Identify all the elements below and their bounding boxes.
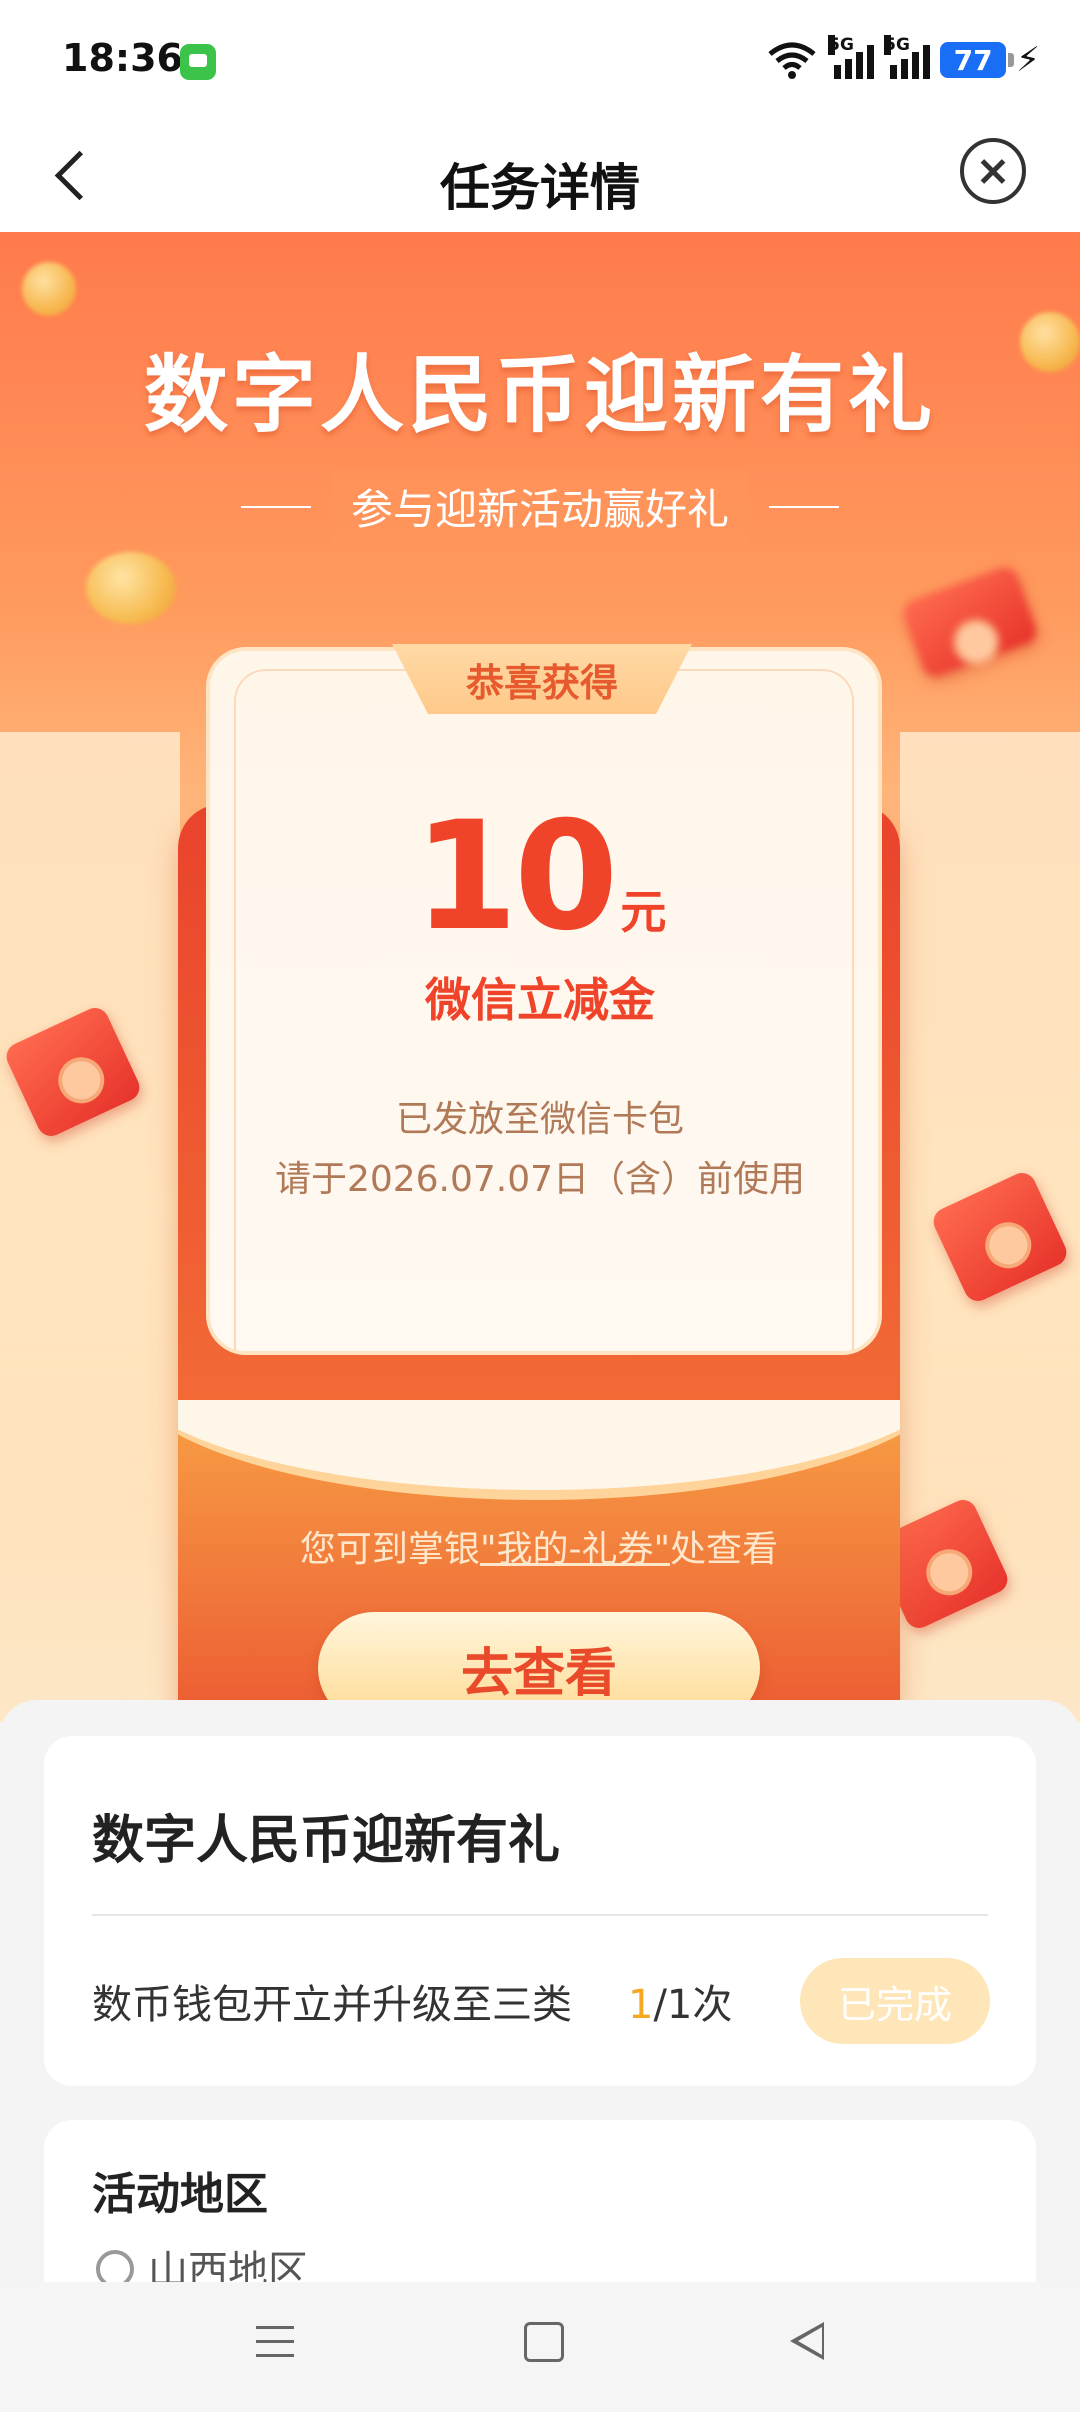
pocket-curve: [178, 1400, 900, 1500]
status-time: 18:36: [62, 36, 183, 80]
banner-subtitle-row: 参与迎新活动赢好礼: [0, 470, 1080, 543]
back-triangle-icon[interactable]: [790, 2322, 824, 2360]
home-icon[interactable]: [524, 2322, 564, 2362]
network-type-label: 5G: [828, 35, 854, 55]
nav-header: 任务详情: [0, 118, 1080, 232]
divider-line: [769, 505, 839, 508]
completed-button[interactable]: 已完成: [800, 1958, 990, 2044]
system-nav-bar: [0, 2282, 1080, 2412]
reward-amount: 10: [413, 790, 619, 964]
decor-coin: [22, 262, 76, 316]
battery-icon: 77: [940, 42, 1015, 78]
decor-coin: [86, 552, 176, 624]
gift-name: 微信立减金: [425, 973, 655, 1027]
my-coupons-link[interactable]: "我的-礼券": [480, 1529, 670, 1570]
congrats-label: 恭喜获得: [465, 661, 618, 705]
divider-line: [240, 505, 311, 508]
decor-red-envelope: [899, 563, 1041, 681]
page-title: 任务详情: [440, 159, 640, 217]
wifi-icon: [768, 42, 816, 79]
network-type-label-2: 5G: [884, 35, 910, 55]
message-app-icon: [180, 44, 216, 80]
coupon-location-hint: 您可到掌银"我的-礼券"处查看: [178, 1520, 900, 1572]
region-title: 活动地区: [92, 2169, 268, 2220]
task-title: 数字人民币迎新有礼: [92, 1811, 561, 1871]
task-progress: 1/1次: [628, 1972, 732, 2030]
delivery-note: 已发放至微信卡包: [395, 1099, 684, 1140]
banner-title: 数字人民币迎新有礼: [143, 346, 936, 444]
divider: [92, 1914, 988, 1916]
reward-unit: 元: [620, 885, 667, 939]
status-indicators: 5G 5G 77 ⚡: [766, 35, 1040, 84]
hint-suffix: 处查看: [670, 1529, 779, 1570]
cellular-signal-icon: 5G: [828, 35, 875, 79]
task-card: 数字人民币迎新有礼 数币钱包开立并升级至三类 1/1次 已完成: [44, 1736, 1036, 2086]
cellular-signal-icon-2: 5G: [884, 35, 931, 79]
task-item-text: 数币钱包开立并升级至三类: [92, 1982, 572, 2028]
expiry-note: 请于2026.07.07日（含）前使用: [274, 1159, 806, 1200]
decor-building-left: [0, 732, 180, 1532]
banner-subtitle: 参与迎新活动赢好礼: [330, 470, 749, 543]
status-bar: 18:36 5G 5G 77 ⚡: [0, 0, 1080, 118]
hint-prefix: 您可到掌银: [299, 1529, 480, 1570]
reward-amount-row: 10 元: [206, 802, 874, 952]
bolt-icon: ⚡: [1016, 40, 1040, 80]
task-progress-current: 1: [628, 1982, 654, 2028]
decor-building-right: [900, 732, 1080, 1532]
promo-banner: 数字人民币迎新有礼 参与迎新活动赢好礼 恭喜获得 10 元 微信立减金 已发放至…: [0, 232, 1080, 1722]
menu-icon[interactable]: [256, 2326, 294, 2358]
close-circle-icon[interactable]: [960, 138, 1026, 204]
task-progress-total: /1次: [653, 1982, 733, 2028]
